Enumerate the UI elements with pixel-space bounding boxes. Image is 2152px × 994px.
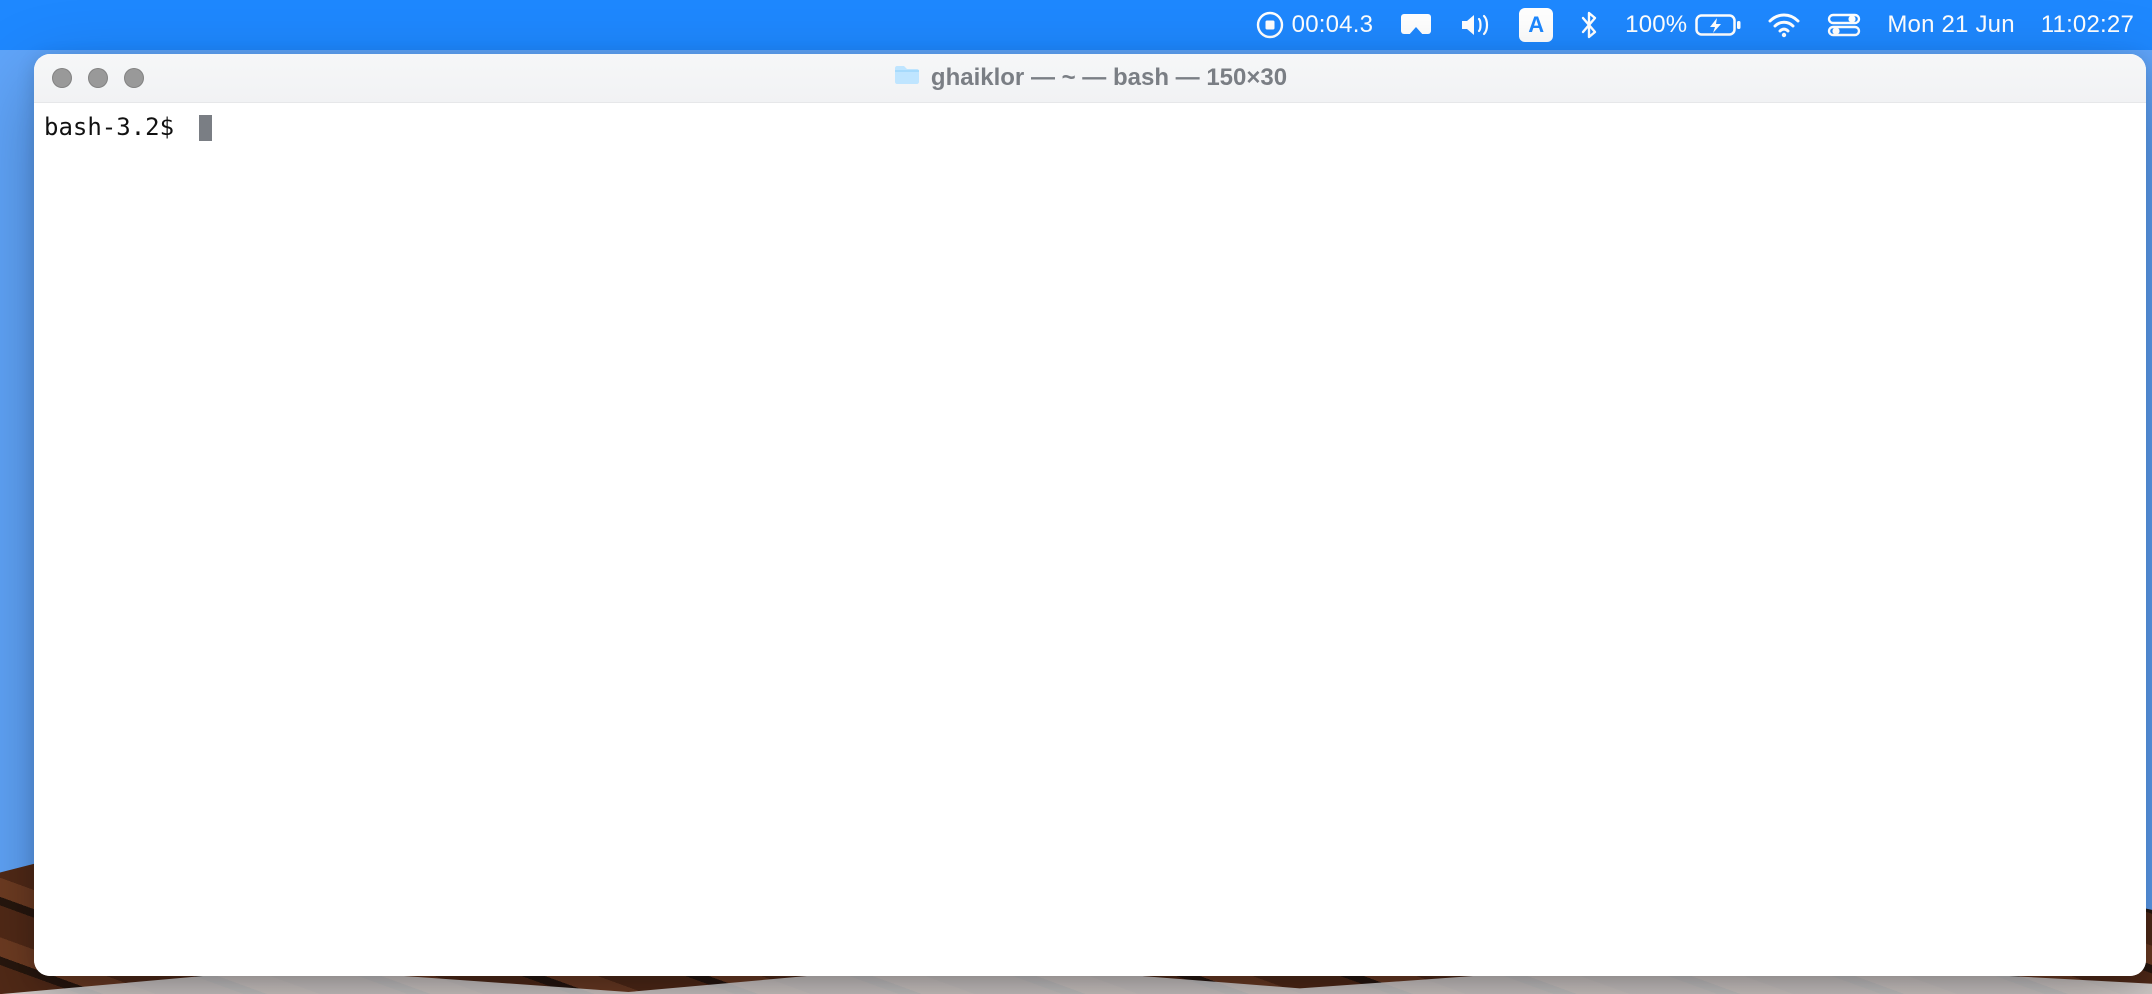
titlebar[interactable]: ghaiklor — ~ — bash — 150×30: [34, 54, 2146, 103]
prompt-line: bash-3.2$: [44, 111, 2136, 145]
wifi-menu[interactable]: [1767, 0, 1801, 50]
cursor-icon: [199, 115, 212, 141]
bluetooth-menu[interactable]: [1579, 0, 1599, 50]
bluetooth-icon: [1579, 10, 1599, 40]
menubar-date: Mon 21 Jun: [1887, 11, 2014, 39]
menubar: 00:04.3 A 100%: [0, 0, 2152, 50]
speaker-icon: [1459, 11, 1493, 39]
zoom-button[interactable]: [124, 68, 144, 88]
screen-mirroring-icon: [1399, 11, 1433, 39]
input-source-menu[interactable]: A: [1519, 0, 1553, 50]
window-controls: [34, 68, 144, 88]
screen-mirroring-menu[interactable]: [1399, 0, 1433, 50]
folder-icon: [893, 64, 921, 93]
prompt-text: bash-3.2$: [44, 111, 189, 145]
input-source-icon: A: [1519, 8, 1553, 42]
battery-menu[interactable]: 100%: [1625, 0, 1741, 50]
wifi-icon: [1767, 12, 1801, 38]
battery-percent-text: 100%: [1625, 11, 1687, 39]
recording-timer-text: 00:04.3: [1292, 11, 1373, 39]
control-center-menu[interactable]: [1827, 0, 1861, 50]
record-stop-icon: [1256, 11, 1284, 39]
volume-menu[interactable]: [1459, 0, 1493, 50]
screen-recording-indicator[interactable]: 00:04.3: [1256, 0, 1373, 50]
terminal-window[interactable]: ghaiklor — ~ — bash — 150×30 bash-3.2$: [34, 54, 2146, 976]
clock-menu[interactable]: Mon 21 Jun 11:02:27: [1887, 0, 2134, 50]
window-title-text: ghaiklor — ~ — bash — 150×30: [931, 64, 1287, 92]
menubar-time: 11:02:27: [2041, 11, 2134, 39]
control-center-icon: [1827, 13, 1861, 37]
terminal-body[interactable]: bash-3.2$: [34, 103, 2146, 976]
minimize-button[interactable]: [88, 68, 108, 88]
window-title: ghaiklor — ~ — bash — 150×30: [34, 64, 2146, 93]
close-button[interactable]: [52, 68, 72, 88]
battery-charging-icon: [1695, 13, 1741, 37]
